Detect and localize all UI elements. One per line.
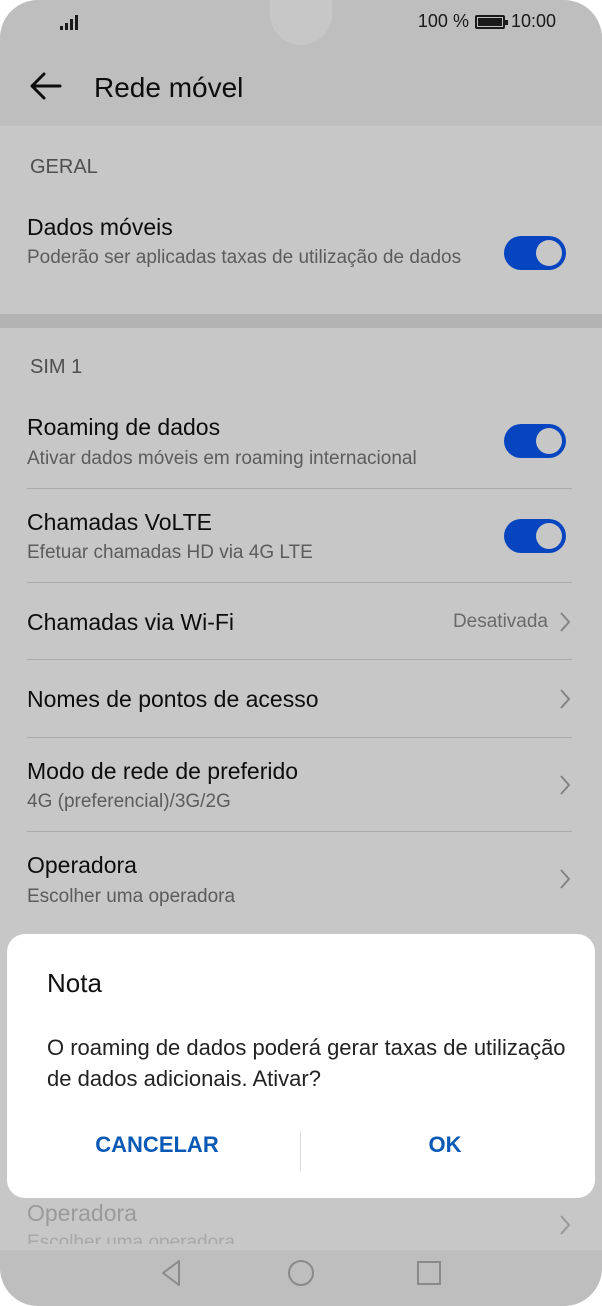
peek-row-title: Operadora	[27, 1200, 137, 1226]
phone-screen: 100 % 10:00 Rede móvel GERAL Dados móvei…	[0, 0, 602, 1306]
peek-row-subtitle: Escolher uma operadora	[27, 1232, 236, 1244]
button-divider	[300, 1131, 301, 1171]
chevron-right-icon	[560, 1215, 571, 1235]
dialog-message: O roaming de dados poderá gerar taxas de…	[47, 1035, 566, 1091]
roaming-confirm-dialog: Nota O roaming de dados poderá gerar tax…	[7, 934, 595, 1198]
ok-button[interactable]: OK	[320, 1132, 570, 1172]
back-triangle-icon[interactable]	[155, 1256, 189, 1290]
recents-square-icon[interactable]	[412, 1256, 446, 1290]
dialog-title: Nota	[47, 968, 102, 998]
cancel-button[interactable]: CANCELAR	[32, 1132, 282, 1172]
navigation-bar	[0, 1250, 602, 1306]
home-circle-icon[interactable]	[284, 1256, 318, 1290]
